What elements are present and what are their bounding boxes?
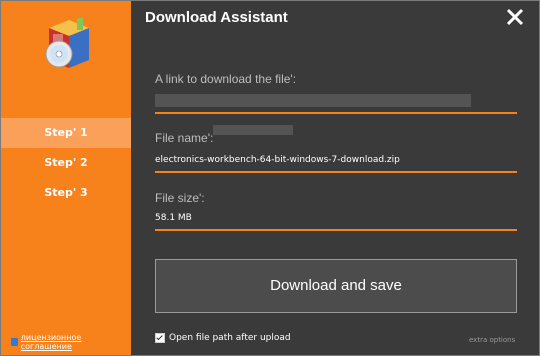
license-agreement-link[interactable]: лицензионное соглашение xyxy=(11,333,131,351)
link-redacted-bar xyxy=(155,94,471,107)
open-path-checkbox[interactable] xyxy=(155,333,165,343)
open-path-option[interactable]: Open file path after upload xyxy=(155,333,291,343)
filename-field[interactable]: electronics-workbench-64-bit-windows-7-d… xyxy=(155,151,517,173)
software-box-icon xyxy=(45,18,89,68)
step-1[interactable]: Step' 1 xyxy=(1,118,131,148)
extra-options-link[interactable]: extra options xyxy=(469,336,515,344)
download-and-save-button[interactable]: Download and save xyxy=(155,259,517,313)
sidebar: Step' 1 Step' 2 Step' 3 лицензионное сог… xyxy=(1,1,131,355)
open-path-label: Open file path after upload xyxy=(169,333,291,343)
step-2[interactable]: Step' 2 xyxy=(1,148,131,178)
license-link-text[interactable]: лицензионное соглашение xyxy=(21,333,131,351)
step-3[interactable]: Step' 3 xyxy=(1,178,131,208)
window-title: Download Assistant xyxy=(145,9,288,26)
link-label: A link to download the file': xyxy=(155,72,297,86)
link-field[interactable] xyxy=(155,92,517,114)
filesize-label: File size': xyxy=(155,191,205,205)
close-icon[interactable] xyxy=(504,6,526,28)
filename-label: File name': xyxy=(155,131,214,145)
shield-icon xyxy=(11,338,18,346)
download-assistant-window: Step' 1 Step' 2 Step' 3 лицензионное сог… xyxy=(0,0,540,356)
filesize-field[interactable]: 58.1 MB xyxy=(155,209,517,231)
main-panel: Download Assistant A link to download th… xyxy=(131,1,539,355)
label-redacted-bar xyxy=(213,125,293,135)
